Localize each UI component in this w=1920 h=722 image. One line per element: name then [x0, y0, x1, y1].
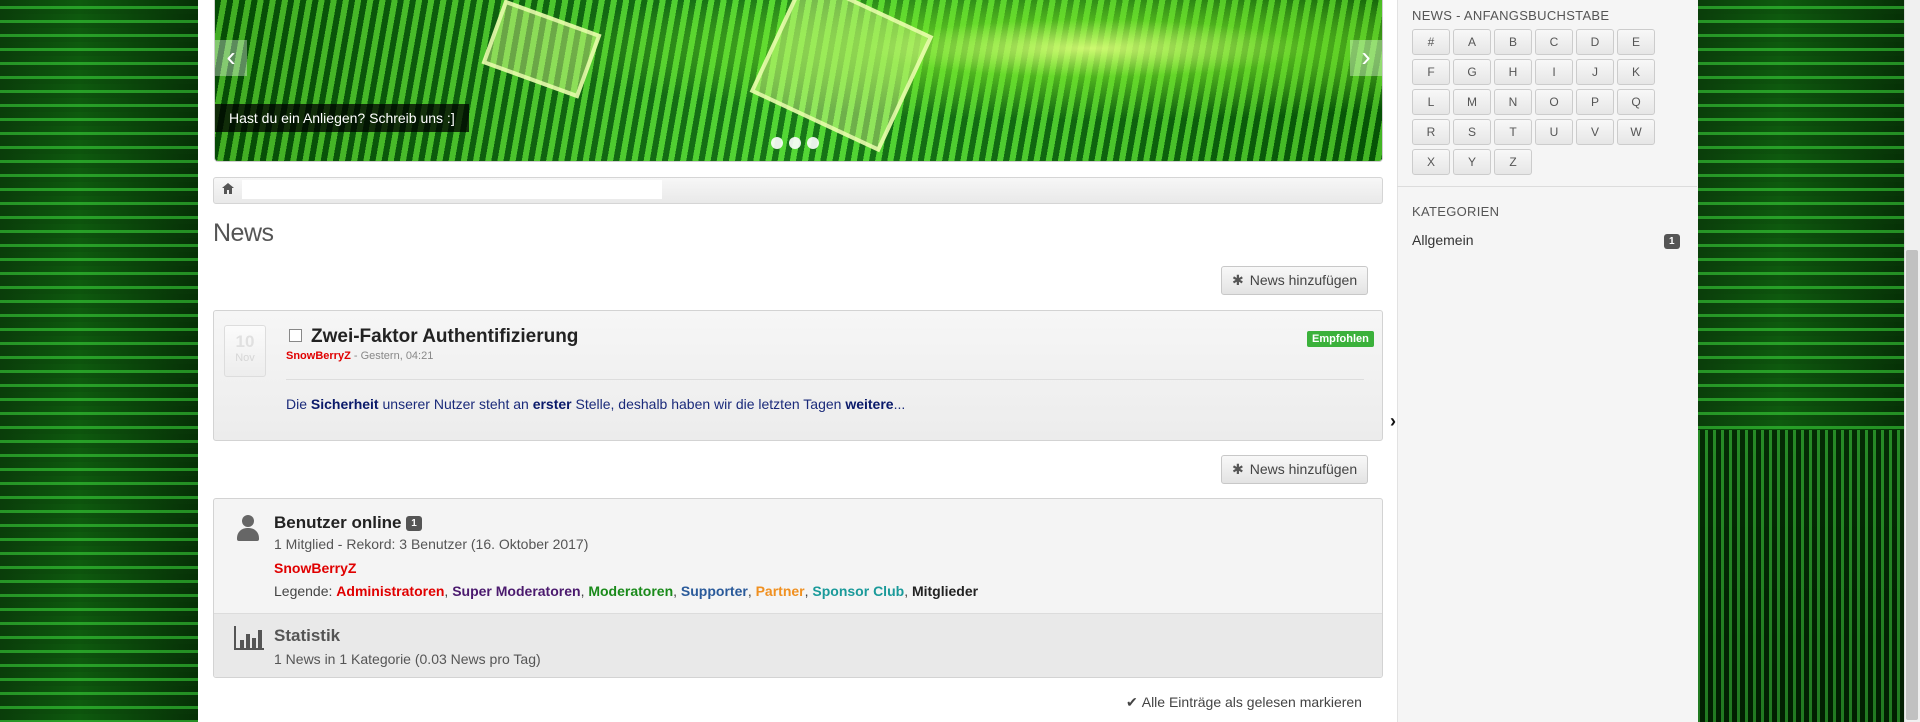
letter-filter-button[interactable]: J	[1576, 59, 1614, 85]
letter-filter-button[interactable]: A	[1453, 29, 1491, 55]
letter-filter-button[interactable]: D	[1576, 29, 1614, 55]
letter-filter-button[interactable]: N	[1494, 89, 1532, 115]
legend-group-supporter: Supporter	[680, 583, 748, 599]
legend-group-super-moderatoren: Super Moderatoren	[452, 583, 581, 599]
online-title: Benutzer online 1	[274, 513, 422, 533]
legend-group-sponsor-club: Sponsor Club	[812, 583, 905, 599]
statistics-title: Statistik	[274, 626, 341, 645]
news-meta: SnowBerryZ - Gestern, 04:21	[286, 350, 433, 362]
envelope-image-large	[749, 0, 934, 153]
letter-filter-button[interactable]: C	[1535, 29, 1573, 55]
letter-filter-button[interactable]: P	[1576, 89, 1614, 115]
letter-filter-button[interactable]: K	[1617, 59, 1655, 85]
excerpt-text: unserer Nutzer steht an	[378, 396, 533, 412]
news-entry: 10 Nov Zwei-Faktor Authentifizierung Sno…	[213, 310, 1383, 441]
date-badge: 10 Nov	[224, 325, 266, 377]
legend-label: Legende:	[274, 583, 337, 599]
page-title: News	[213, 219, 274, 247]
letter-filter-button[interactable]: B	[1494, 29, 1532, 55]
letter-filter-button[interactable]: M	[1453, 89, 1491, 115]
news-divider	[286, 379, 1364, 380]
legend-group-mitglieder: Mitglieder	[911, 583, 979, 599]
excerpt-text: ...	[893, 396, 906, 412]
news-title-link[interactable]: Zwei-Faktor Authentifizierung	[311, 326, 578, 348]
online-count-badge: 1	[406, 516, 422, 532]
breadcrumb	[213, 177, 1383, 204]
slider-dot-1[interactable]	[771, 137, 783, 149]
date-day: 10	[235, 332, 255, 351]
date-month: Nov	[235, 352, 255, 364]
letter-filter-button[interactable]: Z	[1494, 149, 1532, 175]
letter-filter-button[interactable]: F	[1412, 59, 1450, 85]
news-author-link[interactable]: SnowBerryZ	[286, 350, 351, 362]
slider-dot-3[interactable]	[807, 137, 819, 149]
letter-filter-button[interactable]: I	[1535, 59, 1573, 85]
statistics-summary: 1 News in 1 Kategorie (0.03 News pro Tag…	[274, 651, 541, 667]
legend-group-administratoren: Administratoren	[336, 583, 445, 599]
sidebar-toggle-chevron-icon[interactable]: ›	[1390, 411, 1396, 432]
background-right-bottom	[1697, 430, 1904, 722]
group-legend: Legende: Administratoren, Super Moderato…	[274, 583, 979, 599]
asterisk-icon: ✱	[1232, 272, 1244, 288]
news-excerpt: Die Sicherheit unserer Nutzer steht an e…	[286, 396, 905, 412]
excerpt-bold: erster	[532, 396, 572, 412]
category-count-badge: 1	[1664, 234, 1680, 249]
slider-caption[interactable]: Hast du ein Anliegen? Schreib uns :]	[215, 104, 469, 132]
letter-filter-button[interactable]: T	[1494, 119, 1532, 145]
breadcrumb-crumb[interactable]	[242, 180, 662, 199]
slider-dots	[771, 137, 819, 149]
excerpt-text: Stelle, deshalb haben wir die letzten Ta…	[571, 396, 846, 412]
letter-filter-button[interactable]: U	[1535, 119, 1573, 145]
featured-badge: Empfohlen	[1307, 331, 1374, 347]
letter-filter-button[interactable]: X	[1412, 149, 1450, 175]
letter-filter-button[interactable]: W	[1617, 119, 1655, 145]
mark-all-read-link[interactable]: ✔ Alle Einträge als gelesen markieren	[1126, 694, 1362, 711]
add-news-button-bottom[interactable]: ✱ News hinzufügen	[1221, 455, 1369, 484]
mark-all-read-label: Alle Einträge als gelesen markieren	[1141, 694, 1362, 710]
letter-filter-button[interactable]: E	[1617, 29, 1655, 55]
letters-heading: NEWS - ANFANGSBUCHSTABE	[1412, 8, 1610, 23]
slider-next-arrow[interactable]: ›	[1350, 40, 1382, 76]
letter-filter-button[interactable]: H	[1494, 59, 1532, 85]
legend-group-partner: Partner	[755, 583, 805, 599]
letter-filter-button[interactable]: V	[1576, 119, 1614, 145]
home-icon[interactable]	[222, 182, 234, 197]
page-scrollbar-thumb[interactable]	[1906, 250, 1918, 720]
letter-filter-button[interactable]: G	[1453, 59, 1491, 85]
statistics-section: Statistik 1 News in 1 Kategorie (0.03 Ne…	[214, 613, 1382, 677]
online-user-link[interactable]: SnowBerryZ	[274, 560, 356, 576]
excerpt-bold: weitere	[845, 396, 894, 412]
asterisk-icon: ✱	[1232, 461, 1244, 477]
letter-filter-button[interactable]: L	[1412, 89, 1450, 115]
online-summary: 1 Mitglied - Rekord: 3 Benutzer (16. Okt…	[274, 536, 589, 552]
excerpt-text: Die	[286, 396, 311, 412]
online-title-text: Benutzer online	[274, 513, 402, 532]
checkmark-icon: ✔	[1126, 694, 1138, 710]
slider-prev-arrow[interactable]: ‹	[215, 40, 247, 76]
user-icon	[236, 515, 260, 541]
add-news-button-top[interactable]: ✱ News hinzufügen	[1221, 266, 1369, 295]
add-news-label: News hinzufügen	[1249, 272, 1358, 288]
news-select-checkbox[interactable]	[289, 329, 302, 342]
news-slider[interactable]: ‹ › Hast du ein Anliegen? Schreib uns :]	[214, 0, 1383, 162]
news-time: - Gestern, 04:21	[350, 350, 434, 362]
bar-chart-icon	[234, 626, 264, 652]
letter-filter-button[interactable]: Y	[1453, 149, 1491, 175]
category-item-allgemein[interactable]: Allgemein	[1412, 232, 1473, 248]
legend-group-moderatoren: Moderatoren	[588, 583, 674, 599]
background-left	[0, 0, 198, 722]
online-stats-box: Benutzer online 1 1 Mitglied - Rekord: 3…	[213, 498, 1383, 678]
letter-filter-button[interactable]: R	[1412, 119, 1450, 145]
letter-filter-button[interactable]: #	[1412, 29, 1450, 55]
slider-dot-2[interactable]	[789, 137, 801, 149]
add-news-label: News hinzufügen	[1249, 461, 1358, 477]
letter-filter-button[interactable]: S	[1453, 119, 1491, 145]
excerpt-bold: Sicherheit	[310, 396, 379, 412]
envelope-image	[481, 0, 602, 99]
letter-filter-button[interactable]: O	[1535, 89, 1573, 115]
letter-filter-button[interactable]: Q	[1617, 89, 1655, 115]
sidebar-divider	[1397, 186, 1697, 187]
categories-heading: KATEGORIEN	[1412, 204, 1500, 219]
